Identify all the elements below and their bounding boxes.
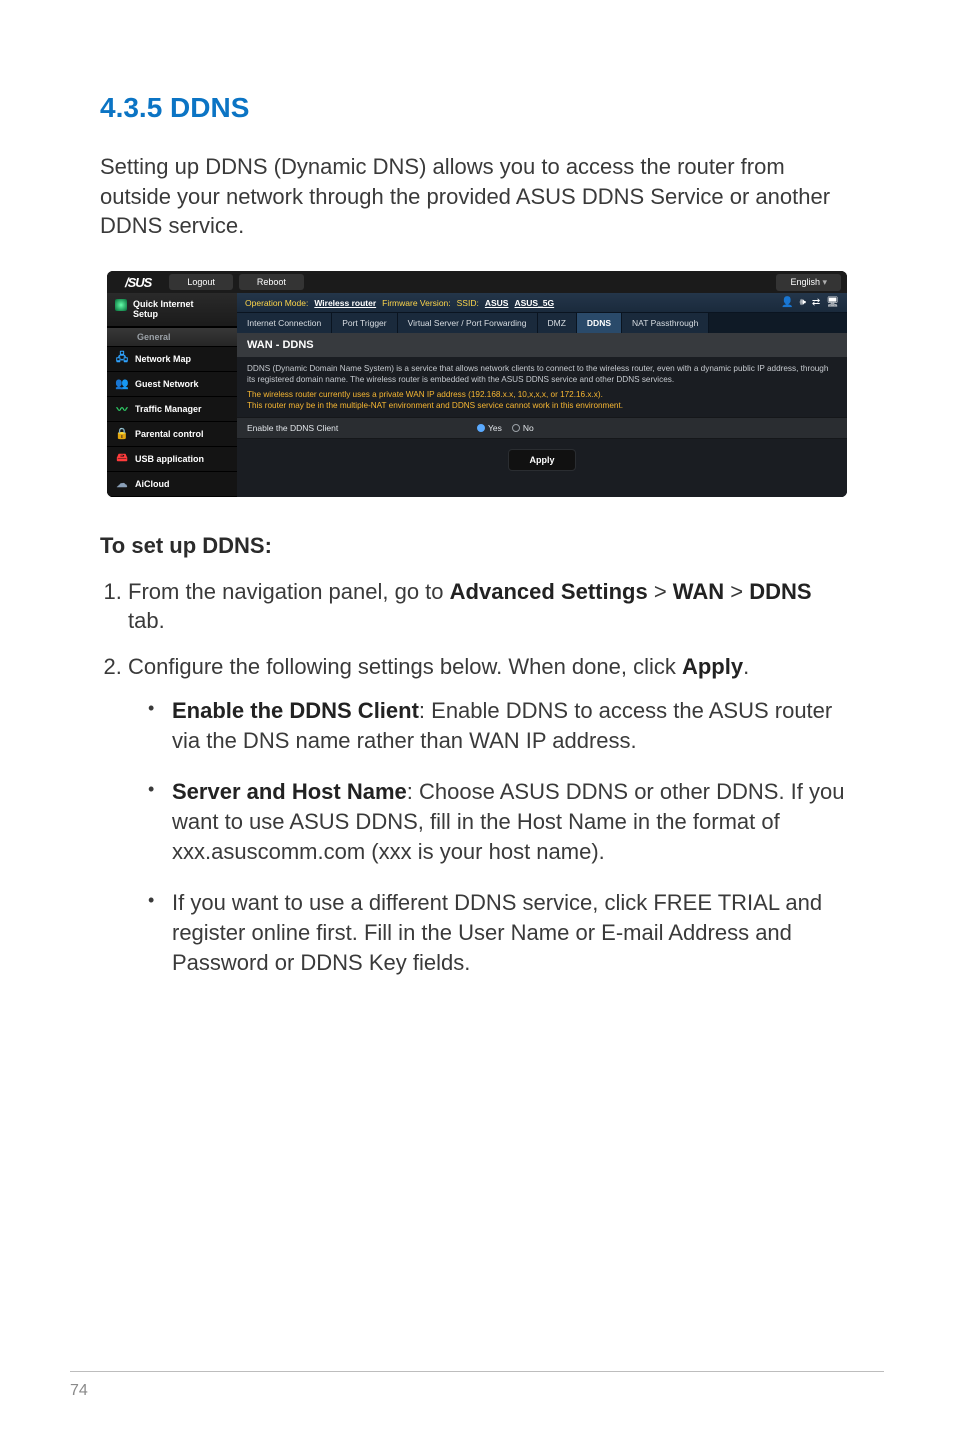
apply-button[interactable]: Apply xyxy=(508,449,575,471)
ssid-label: SSID: xyxy=(457,298,479,308)
radio-dot-icon xyxy=(477,424,485,432)
panel-warning: The wireless router currently uses a pri… xyxy=(237,387,847,417)
ssid-value-2[interactable]: ASUS_5G xyxy=(514,298,554,308)
panel-description: DDNS (Dynamic Domain Name System) is a s… xyxy=(237,357,847,387)
wan-tabs: Internet Connection Port Trigger Virtual… xyxy=(237,313,847,333)
link-icon[interactable]: ⇄ xyxy=(812,297,820,308)
enable-ddns-label: Enable the DDNS Client xyxy=(247,423,477,433)
tab-internet-connection[interactable]: Internet Connection xyxy=(237,313,332,333)
sidebar-item-quick-internet-setup[interactable]: Quick Internet Setup xyxy=(107,293,237,327)
bullet-2: Server and Host Name: Choose ASUS DDNS o… xyxy=(142,777,854,868)
bullet-text: If you want to use a different DDNS serv… xyxy=(172,890,822,976)
sidebar-item-traffic-manager[interactable]: 〰 Traffic Manager xyxy=(107,397,237,422)
sidebar-item-label: Guest Network xyxy=(135,379,199,389)
step-text: > xyxy=(648,579,673,604)
topbar: /SUS Logout Reboot English xyxy=(107,271,847,293)
procedure-steps: From the navigation panel, go to Advance… xyxy=(100,577,854,979)
user-icon[interactable]: 👤 xyxy=(781,297,793,308)
tab-port-trigger[interactable]: Port Trigger xyxy=(332,313,397,333)
step-bold: Apply xyxy=(682,654,743,679)
step-bold: WAN xyxy=(673,579,724,604)
sidebar-item-network-map[interactable]: 🖧 Network Map xyxy=(107,347,237,372)
network-map-icon: 🖧 xyxy=(115,352,129,366)
bullet-1: Enable the DDNS Client: Enable DDNS to a… xyxy=(142,696,854,757)
page-footer: 74 xyxy=(0,1371,954,1400)
bullet-bold: Server and Host Name xyxy=(172,779,407,804)
tab-ddns[interactable]: DDNS xyxy=(577,313,622,333)
sidebar-item-label: Traffic Manager xyxy=(135,404,202,414)
step-bold: DDNS xyxy=(749,579,811,604)
status-icons: 👤 🕪 ⇄ 🖥 xyxy=(781,297,839,308)
device-icon[interactable]: 🖥 xyxy=(826,297,839,308)
sidebar-item-label: Parental control xyxy=(135,429,204,439)
enable-ddns-row: Enable the DDNS Client Yes No xyxy=(237,417,847,439)
sidebar-item-guest-network[interactable]: 👥 Guest Network xyxy=(107,372,237,397)
radio-yes-label: Yes xyxy=(488,423,502,433)
status-bar: Operation Mode: Wireless router Firmware… xyxy=(237,293,847,313)
step-text: > xyxy=(724,579,749,604)
section-heading: 4.3.5 DDNS xyxy=(100,92,854,124)
sidebar-item-usb-application[interactable]: 🖴 USB application xyxy=(107,447,237,472)
sidebar-item-parental-control[interactable]: 🔒 Parental control xyxy=(107,422,237,447)
enable-ddns-no[interactable]: No xyxy=(512,423,534,433)
aicloud-icon: ☁ xyxy=(115,477,129,491)
step-text: Configure the following settings below. … xyxy=(128,654,682,679)
qis-line2: Setup xyxy=(133,309,158,319)
intro-paragraph: Setting up DDNS (Dynamic DNS) allows you… xyxy=(100,152,854,241)
radio-dot-icon xyxy=(512,424,520,432)
sidebar-group-general: General xyxy=(107,327,237,347)
tab-dmz[interactable]: DMZ xyxy=(538,313,577,333)
router-ui-screenshot: /SUS Logout Reboot English Quick Interne… xyxy=(107,271,847,497)
sidebar-item-aicloud[interactable]: ☁ AiCloud xyxy=(107,472,237,497)
guest-network-icon: 👥 xyxy=(115,377,129,391)
bullet-3: If you want to use a different DDNS serv… xyxy=(142,888,854,979)
apply-row: Apply xyxy=(237,439,847,485)
operation-mode-value[interactable]: Wireless router xyxy=(314,298,376,308)
step-text: From the navigation panel, go to xyxy=(128,579,450,604)
reboot-button[interactable]: Reboot xyxy=(239,274,304,290)
operation-mode-label: Operation Mode: xyxy=(245,298,308,308)
logout-button[interactable]: Logout xyxy=(169,274,233,290)
step-2: Configure the following settings below. … xyxy=(128,652,854,979)
page-number: 74 xyxy=(70,1382,884,1400)
panel-title: WAN - DDNS xyxy=(237,333,847,357)
step-1: From the navigation panel, go to Advance… xyxy=(128,577,854,636)
qis-line1: Quick Internet xyxy=(133,299,194,309)
firmware-version-label: Firmware Version: xyxy=(382,298,451,308)
brand-logo: /SUS xyxy=(107,275,169,290)
step-text: . xyxy=(743,654,749,679)
enable-ddns-yes[interactable]: Yes xyxy=(477,423,502,433)
language-selector[interactable]: English xyxy=(776,274,841,291)
sidebar-item-label: USB application xyxy=(135,454,204,464)
warning-line-1: The wireless router currently uses a pri… xyxy=(247,390,603,399)
usb-application-icon: 🖴 xyxy=(115,452,129,466)
sidebar: Quick Internet Setup General 🖧 Network Ma… xyxy=(107,293,237,497)
footer-rule xyxy=(70,1371,884,1372)
sidebar-item-label: AiCloud xyxy=(135,479,170,489)
warning-line-2: This router may be in the multiple-NAT e… xyxy=(247,401,623,410)
screenshot-container: /SUS Logout Reboot English Quick Interne… xyxy=(100,271,854,497)
parental-control-icon: 🔒 xyxy=(115,427,129,441)
bullet-bold: Enable the DDNS Client xyxy=(172,698,419,723)
ssid-value-1[interactable]: ASUS xyxy=(485,298,509,308)
sub-bullets: Enable the DDNS Client: Enable DDNS to a… xyxy=(128,696,854,979)
sidebar-item-label: Network Map xyxy=(135,354,191,364)
tab-nat-passthrough[interactable]: NAT Passthrough xyxy=(622,313,709,333)
wifi-icon[interactable]: 🕪 xyxy=(800,297,806,308)
main-panel: Operation Mode: Wireless router Firmware… xyxy=(237,293,847,497)
step-text: tab. xyxy=(128,608,165,633)
step-bold: Advanced Settings xyxy=(450,579,648,604)
traffic-manager-icon: 〰 xyxy=(115,402,129,416)
tab-virtual-server[interactable]: Virtual Server / Port Forwarding xyxy=(398,313,538,333)
procedure-heading: To set up DDNS: xyxy=(100,533,854,559)
radio-no-label: No xyxy=(523,423,534,433)
